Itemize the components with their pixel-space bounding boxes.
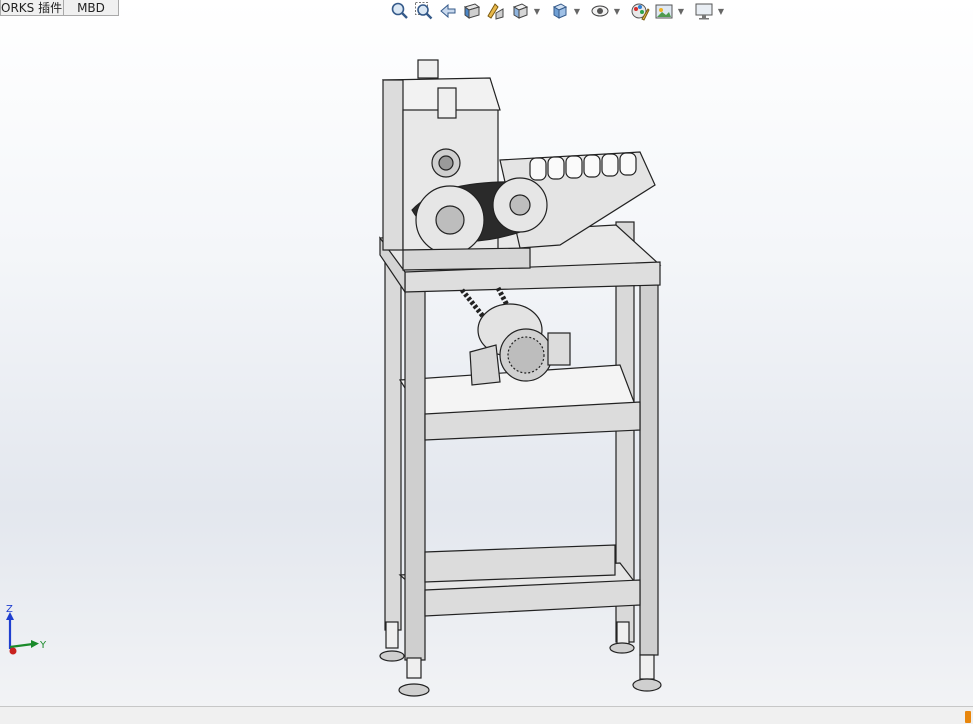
apply-scene-icon[interactable]	[652, 0, 676, 22]
y-axis-line	[9, 642, 34, 649]
zoom-to-area-icon[interactable]	[412, 0, 436, 22]
section-view-icon[interactable]	[460, 0, 484, 22]
view-orientation-dropdown-icon[interactable]: ▼	[532, 0, 542, 22]
dynamic-annotation-views-icon[interactable]	[484, 0, 508, 22]
x-axis-dot-icon	[9, 647, 17, 655]
display-style-dropdown-icon[interactable]: ▼	[572, 0, 582, 22]
status-indicator-icon[interactable]	[965, 711, 971, 723]
previous-view-icon[interactable]	[436, 0, 460, 22]
z-axis-label: Z	[6, 604, 13, 615]
reference-triad: Z Y	[6, 604, 47, 655]
tab-mbd[interactable]: MBD	[63, 0, 119, 16]
graphics-viewport[interactable]: ORKS 插件 MBD ▼ ▼ ▼ ▼ ▼ Z Y	[0, 0, 973, 706]
view-settings-dropdown-icon[interactable]: ▼	[716, 0, 726, 22]
y-axis-arrow-icon	[31, 640, 39, 648]
machine-assembly-model[interactable]	[0, 0, 973, 706]
hide-show-items-dropdown-icon[interactable]: ▼	[612, 0, 622, 22]
view-settings-icon[interactable]	[692, 0, 716, 22]
tab-solidworks-addins[interactable]: ORKS 插件	[0, 0, 64, 16]
apply-scene-dropdown-icon[interactable]: ▼	[676, 0, 686, 22]
hide-show-items-icon[interactable]	[588, 0, 612, 22]
y-axis-label: Y	[39, 640, 47, 651]
heads-up-view-toolbar: ▼ ▼ ▼ ▼ ▼	[388, 0, 726, 22]
status-bar	[0, 706, 973, 724]
zoom-to-fit-icon[interactable]	[388, 0, 412, 22]
edit-appearance-icon[interactable]	[628, 0, 652, 22]
command-manager-tabs: ORKS 插件 MBD	[0, 0, 119, 17]
view-orientation-icon[interactable]	[508, 0, 532, 22]
display-style-icon[interactable]	[548, 0, 572, 22]
